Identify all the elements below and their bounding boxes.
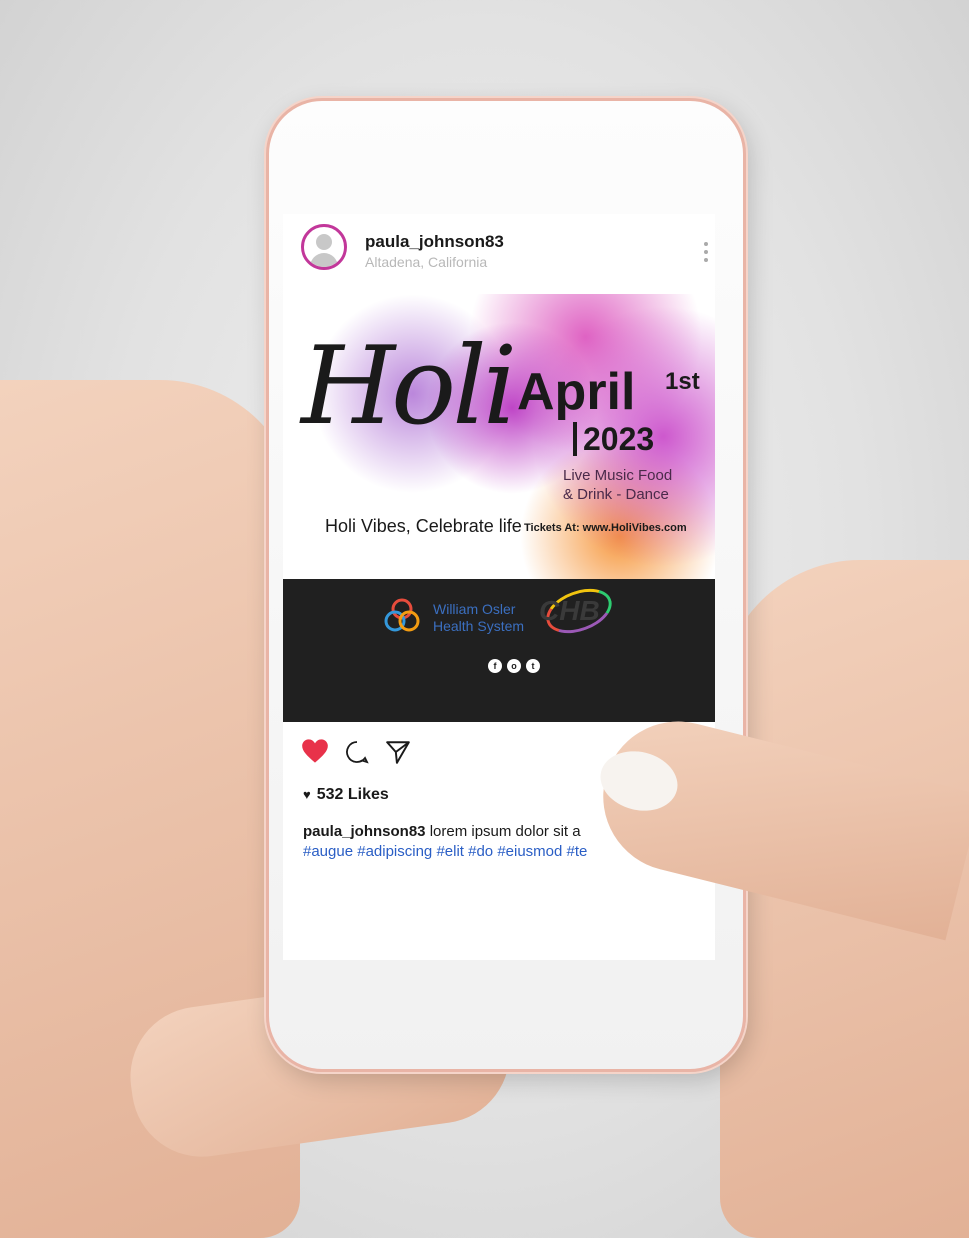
caption-username[interactable]: paula_johnson83 xyxy=(303,823,426,840)
poster-details: Live Music Food & Drink - Dance xyxy=(563,466,672,504)
poster-month: April xyxy=(517,363,636,421)
facebook-icon: f xyxy=(488,659,502,673)
social-icons: f o t xyxy=(488,659,540,673)
sponsor-name: William Osler Health System xyxy=(433,601,524,635)
poster-details-line1: Live Music Food xyxy=(563,467,673,484)
share-icon[interactable] xyxy=(385,739,411,765)
post-location[interactable]: Altadena, California xyxy=(365,254,487,270)
likes-count[interactable]: ♥ 532 Likes xyxy=(303,786,389,804)
post-username[interactable]: paula_johnson83 xyxy=(365,232,504,252)
osler-logo-icon xyxy=(384,598,420,632)
poster-details-line2: & Drink - Dance xyxy=(563,486,669,503)
poster-tickets: Tickets At: www.HoliVibes.com xyxy=(524,522,687,534)
post-header: paula_johnson83 Altadena, California xyxy=(283,214,715,294)
avatar-body xyxy=(310,253,338,267)
instagram-icon: o xyxy=(507,659,521,673)
sponsor-name-line1: William Osler xyxy=(433,601,516,617)
poster-year: 2023 xyxy=(573,422,654,456)
post-image[interactable]: Holi April 1st 2023 Live Music Food & Dr… xyxy=(283,294,715,722)
comment-icon[interactable] xyxy=(345,740,369,764)
poster-tagline: Holi Vibes, Celebrate life xyxy=(325,516,522,536)
poster-artwork: Holi April 1st 2023 Live Music Food & Dr… xyxy=(283,294,715,579)
poster-sponsor-band: William Osler Health System CHB f o t xyxy=(283,579,715,722)
avatar[interactable] xyxy=(301,224,347,270)
poster-script-title: Holi xyxy=(301,324,517,449)
twitter-icon: t xyxy=(526,659,540,673)
caption-text: lorem ipsum dolor sit a xyxy=(429,823,581,840)
more-options-icon[interactable] xyxy=(703,242,709,266)
small-heart-icon: ♥ xyxy=(303,787,311,802)
sponsor-name-line2: Health System xyxy=(433,618,525,634)
chb-logo: CHB xyxy=(539,595,600,626)
heart-icon[interactable] xyxy=(301,738,329,764)
poster-day: 1st xyxy=(665,368,700,395)
likes-text: 532 Likes xyxy=(316,786,389,803)
avatar-head xyxy=(316,234,332,250)
